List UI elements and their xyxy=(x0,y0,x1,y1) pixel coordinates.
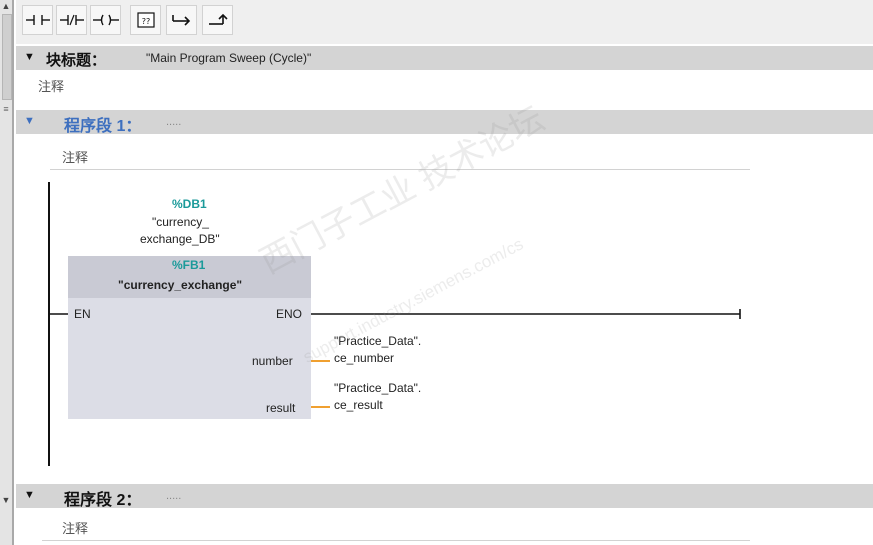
eno-pin-label: ENO xyxy=(276,307,303,321)
network-2-collapse-icon[interactable]: ▼ xyxy=(24,489,35,501)
fb-name: "currency_exchange" xyxy=(118,278,243,292)
db-address[interactable]: %DB1 xyxy=(172,197,207,211)
number-operand-line2[interactable]: ce_number xyxy=(334,351,394,365)
number-pin-label: number xyxy=(252,354,293,368)
network-2-comment[interactable]: 注释 xyxy=(62,518,88,537)
en-pin-label: EN xyxy=(74,307,91,321)
network-2-title-placeholder[interactable]: ..... xyxy=(166,490,181,502)
db-name-line2[interactable]: exchange_DB" xyxy=(140,232,220,246)
result-operand-line2[interactable]: ce_result xyxy=(334,398,383,412)
network-2-title: 程序段 2： xyxy=(64,492,142,509)
db-name-line1[interactable]: "currency_ xyxy=(152,215,209,229)
fb-address: %FB1 xyxy=(172,258,206,272)
network-2-comment-box[interactable]: 注释 xyxy=(42,514,750,541)
result-operand-line1[interactable]: "Practice_Data". xyxy=(334,381,421,395)
number-operand-line1[interactable]: "Practice_Data". xyxy=(334,334,421,348)
network-2-bar[interactable]: ▼ 程序段 2： ..... xyxy=(16,484,873,509)
result-pin-label: result xyxy=(266,401,296,415)
